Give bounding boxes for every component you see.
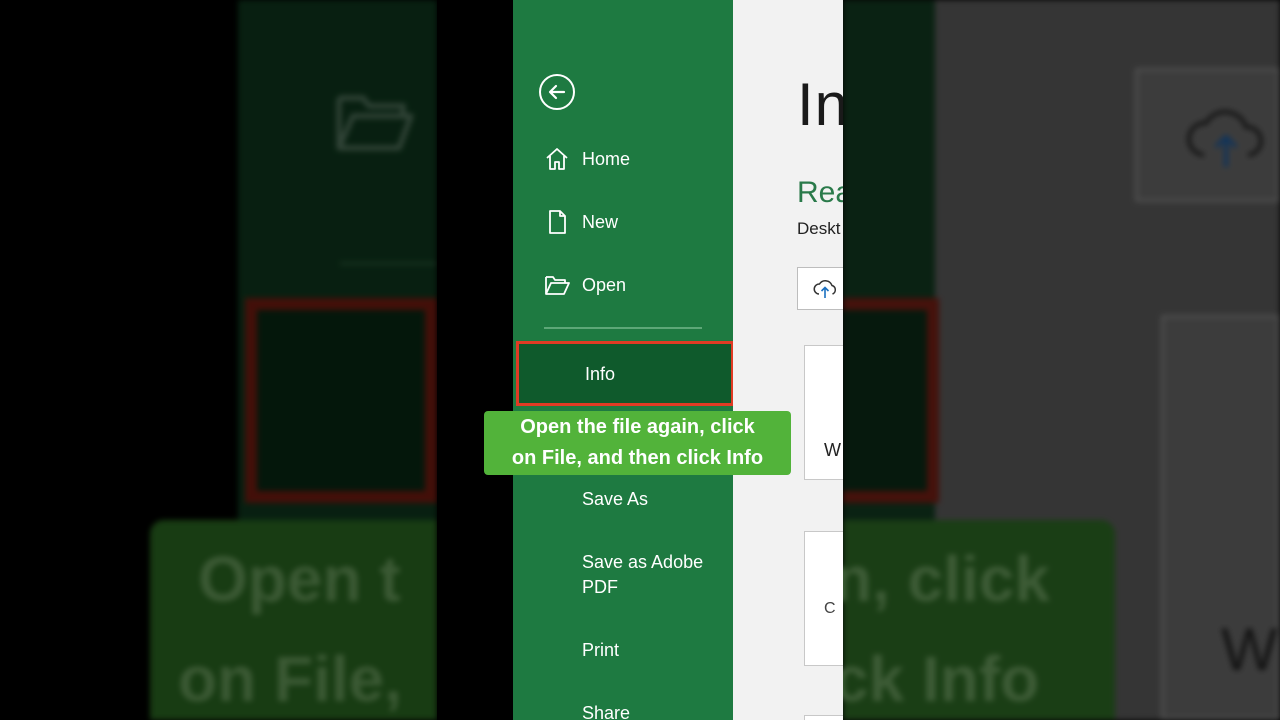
inspect-workbook-card[interactable]: C bbox=[804, 531, 843, 666]
home-icon bbox=[543, 145, 571, 173]
sidebar-item-label: Save as Adobe PDF bbox=[582, 552, 704, 597]
blurred-background-right: n, click ck Info W bbox=[843, 0, 1280, 720]
page-title: In bbox=[797, 71, 843, 138]
sidebar-item-label: New bbox=[582, 212, 619, 232]
sidebar-item-save-as-adobe-pdf[interactable]: Save as Adobe PDF bbox=[513, 550, 733, 600]
sidebar-item-info[interactable]: Info bbox=[516, 341, 734, 406]
manage-workbook-card[interactable] bbox=[804, 715, 843, 720]
background-folder-icon bbox=[336, 95, 414, 151]
sidebar-item-label: Home bbox=[582, 149, 631, 169]
sidebar-item-label: Save As bbox=[582, 489, 649, 509]
sidebar-item-share[interactable]: Share bbox=[513, 688, 733, 720]
section-heading: Rea bbox=[797, 176, 843, 209]
background-divider bbox=[340, 262, 437, 265]
background-caption-right: n, click ck Info bbox=[843, 520, 1115, 720]
file-backstage-sidebar: Home New Open Info Save As Save as Adobe… bbox=[513, 0, 734, 720]
cloud-upload-icon bbox=[813, 279, 837, 298]
card-label: W bbox=[824, 440, 841, 460]
sidebar-item-label: Info bbox=[585, 363, 616, 384]
background-card-text: W bbox=[1221, 616, 1278, 683]
background-cloud-icon bbox=[1187, 109, 1264, 167]
background-highlight-box bbox=[245, 298, 437, 503]
back-arrow-icon bbox=[548, 84, 566, 100]
background-caption-right-line2: ck Info bbox=[843, 643, 1040, 715]
sidebar-item-label: Share bbox=[582, 703, 631, 720]
sidebar-item-print[interactable]: Print bbox=[513, 625, 733, 675]
background-caption-line2: on File, bbox=[178, 643, 402, 715]
sidebar-item-label: Print bbox=[582, 640, 620, 660]
background-caption-right-line1: n, click bbox=[843, 543, 1050, 615]
sidebar-item-new[interactable]: New bbox=[513, 197, 733, 247]
sidebar-item-label: Open bbox=[582, 275, 627, 295]
info-content-panel: In Rea Deskt W C bbox=[733, 0, 843, 720]
protect-workbook-card[interactable]: W bbox=[804, 345, 843, 480]
caption-line-2: on File, and then click Info bbox=[511, 447, 764, 469]
sidebar-item-save-as[interactable]: Save As bbox=[513, 474, 733, 524]
sidebar-item-open[interactable]: Open bbox=[513, 260, 733, 310]
background-caption: Open t on File, bbox=[150, 520, 437, 720]
sidebar-divider bbox=[544, 327, 702, 329]
background-caption-line1: Open t bbox=[198, 543, 401, 615]
caption-line-1: Open the file again, click bbox=[520, 416, 755, 438]
background-highlight-box-right bbox=[843, 298, 939, 503]
folder-open-icon bbox=[543, 271, 571, 299]
sidebar-item-home[interactable]: Home bbox=[513, 134, 733, 184]
phone-screen: Home New Open Info Save As Save as Adobe… bbox=[437, 0, 843, 720]
new-document-icon bbox=[543, 208, 571, 236]
file-path: Deskt bbox=[797, 219, 841, 238]
tutorial-caption: Open the file again, click on File, and … bbox=[484, 411, 791, 475]
back-button[interactable] bbox=[539, 74, 575, 110]
upload-button[interactable] bbox=[797, 267, 843, 310]
blurred-background-left: Open t on File, bbox=[0, 0, 437, 720]
card-label: C bbox=[824, 600, 836, 617]
background-upload-box bbox=[1135, 68, 1280, 202]
